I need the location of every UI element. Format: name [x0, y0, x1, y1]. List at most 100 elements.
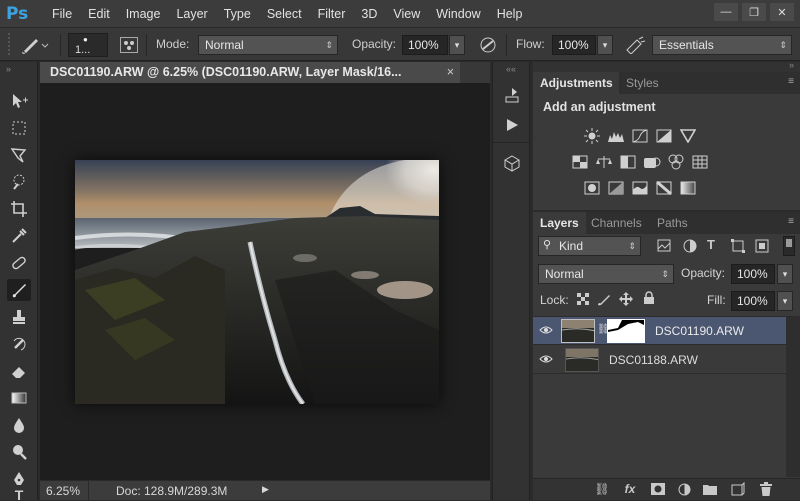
layer-row-selected[interactable]: ⛓ DSC01190.ARW: [533, 317, 786, 345]
collapse-strip-icon[interactable]: ««: [493, 64, 529, 74]
collapse-toolbox-icon[interactable]: »: [6, 64, 11, 74]
document-image[interactable]: [75, 160, 439, 404]
panel-menu-icon[interactable]: ≡: [788, 76, 794, 87]
type-tool-icon[interactable]: T: [7, 490, 31, 500]
filter-pixel-icon[interactable]: [657, 239, 671, 253]
flow-field[interactable]: 100%: [552, 35, 596, 55]
layer-name[interactable]: DSC01188.ARW: [609, 353, 698, 367]
lock-transparent-icon[interactable]: [577, 293, 591, 307]
marquee-tool-icon[interactable]: [7, 117, 31, 139]
levels-icon[interactable]: [607, 128, 625, 144]
menu-window[interactable]: Window: [428, 7, 488, 21]
actions-panel-icon[interactable]: [503, 116, 521, 134]
lasso-tool-icon[interactable]: [7, 144, 31, 166]
move-tool-icon[interactable]: [7, 90, 31, 112]
filter-type-icon[interactable]: T: [707, 237, 721, 252]
mode-dropdown[interactable]: Normal ⇕: [198, 35, 338, 55]
layer-mask-thumbnail[interactable]: [607, 319, 645, 343]
tab-paths[interactable]: Paths: [650, 212, 695, 234]
brush-panel-toggle-icon[interactable]: [120, 37, 138, 53]
layer-row[interactable]: DSC01188.ARW: [533, 346, 786, 374]
blend-mode-dropdown[interactable]: Normal ⇕: [538, 264, 674, 284]
history-panel-icon[interactable]: [503, 86, 521, 104]
visibility-eye-icon[interactable]: [539, 353, 553, 365]
minimize-button[interactable]: —: [714, 3, 738, 21]
status-menu-arrow-icon[interactable]: ▶: [262, 484, 269, 495]
hue-saturation-icon[interactable]: [571, 154, 589, 170]
layer-thumbnail[interactable]: [561, 319, 595, 343]
airbrush-icon[interactable]: [624, 36, 646, 55]
blur-tool-icon[interactable]: [7, 414, 31, 436]
history-brush-tool-icon[interactable]: [7, 333, 31, 355]
healing-brush-tool-icon[interactable]: [7, 252, 31, 274]
layer-opacity-field[interactable]: 100%: [731, 264, 775, 284]
layer-name[interactable]: DSC01190.ARW: [655, 324, 744, 338]
eraser-tool-icon[interactable]: [7, 360, 31, 382]
menu-3d[interactable]: 3D: [353, 7, 385, 21]
menu-image[interactable]: Image: [118, 7, 169, 21]
new-layer-icon[interactable]: [730, 482, 746, 496]
close-window-button[interactable]: ✕: [770, 3, 794, 21]
add-mask-icon[interactable]: [650, 482, 666, 496]
link-layers-icon[interactable]: ⛓: [594, 482, 610, 496]
layers-scrollbar[interactable]: [786, 317, 800, 477]
brush-tool-icon[interactable]: [7, 279, 31, 301]
menu-view[interactable]: View: [385, 7, 428, 21]
invert-icon[interactable]: [583, 180, 601, 196]
filter-adjustment-icon[interactable]: [683, 239, 697, 253]
fx-icon[interactable]: fx: [622, 482, 638, 496]
fill-dropdown-button[interactable]: ▾: [777, 291, 793, 311]
layer-thumbnail[interactable]: [565, 348, 599, 372]
exposure-icon[interactable]: [655, 128, 673, 144]
new-group-icon[interactable]: [702, 482, 718, 496]
brightness-contrast-icon[interactable]: [583, 128, 601, 144]
lock-all-icon[interactable]: [643, 291, 657, 305]
tab-layers[interactable]: Layers: [533, 212, 586, 234]
selective-color-icon[interactable]: [655, 180, 673, 196]
opacity-dropdown-button[interactable]: ▾: [449, 35, 465, 55]
options-grip[interactable]: [8, 33, 18, 55]
menu-layer[interactable]: Layer: [168, 7, 215, 21]
channel-mixer-icon[interactable]: [667, 154, 685, 170]
tab-styles[interactable]: Styles: [619, 72, 666, 94]
3d-panel-icon[interactable]: [503, 154, 521, 172]
lock-pixels-icon[interactable]: [597, 292, 613, 306]
brush-tool-preset-icon[interactable]: [20, 35, 50, 55]
menu-file[interactable]: File: [44, 7, 80, 21]
adjustment-layer-icon[interactable]: [676, 482, 692, 496]
crop-tool-icon[interactable]: [7, 198, 31, 220]
tab-channels[interactable]: Channels: [584, 212, 649, 234]
workspace-dropdown[interactable]: Essentials ⇕: [652, 35, 792, 55]
layers-menu-icon[interactable]: ≡: [788, 216, 794, 227]
menu-help[interactable]: Help: [489, 7, 531, 21]
photo-filter-icon[interactable]: [643, 154, 661, 170]
opacity-field[interactable]: 100%: [402, 35, 448, 55]
pressure-opacity-icon[interactable]: [478, 36, 498, 54]
layer-opacity-dropdown-button[interactable]: ▾: [777, 264, 793, 284]
color-lookup-icon[interactable]: [691, 154, 709, 170]
filter-smart-object-icon[interactable]: [755, 239, 769, 253]
posterize-icon[interactable]: [607, 180, 625, 196]
gradient-map-icon[interactable]: [679, 180, 697, 196]
menu-edit[interactable]: Edit: [80, 7, 118, 21]
menu-select[interactable]: Select: [259, 7, 310, 21]
threshold-icon[interactable]: [631, 180, 649, 196]
vibrance-icon[interactable]: [679, 128, 697, 144]
quick-selection-tool-icon[interactable]: [7, 171, 31, 193]
filter-toggle-switch[interactable]: [783, 236, 795, 256]
filter-shape-icon[interactable]: [731, 239, 745, 253]
eyedropper-tool-icon[interactable]: [7, 225, 31, 247]
menu-type[interactable]: Type: [216, 7, 259, 21]
dodge-tool-icon[interactable]: [7, 441, 31, 463]
delete-layer-icon[interactable]: [758, 482, 774, 496]
layer-filter-dropdown[interactable]: ⚲ Kind ⇕: [538, 236, 641, 256]
brush-size-picker[interactable]: ● 1...: [68, 33, 108, 57]
lock-position-icon[interactable]: [619, 292, 633, 306]
gradient-tool-icon[interactable]: [7, 387, 31, 409]
curves-icon[interactable]: [631, 128, 649, 144]
visibility-eye-icon[interactable]: [539, 324, 553, 336]
pen-tool-icon[interactable]: [7, 468, 31, 490]
fill-field[interactable]: 100%: [731, 291, 775, 311]
tab-adjustments[interactable]: Adjustments: [533, 72, 619, 94]
black-white-icon[interactable]: [619, 154, 637, 170]
